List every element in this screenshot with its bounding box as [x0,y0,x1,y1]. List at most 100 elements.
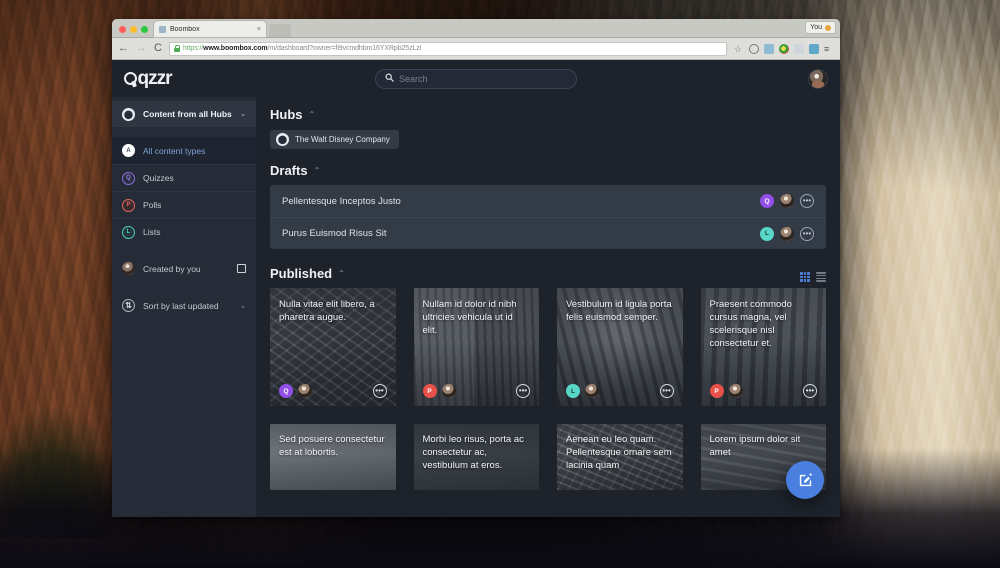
card-title: Morbi leo risus, porta ac consectetur ac… [422,434,524,472]
more-options-icon[interactable]: ••• [516,384,530,398]
hub-icon: ⬤ [276,133,289,146]
author-avatar [298,384,312,398]
author-avatar [585,384,599,398]
back-icon[interactable]: ← [118,43,129,54]
content-card[interactable]: Nulla vitae elit libero, a pharetra augu… [270,288,396,406]
sidebar-item-label: Lists [143,227,161,237]
content-type-badge: P [709,384,724,398]
hub-chip-walt-disney[interactable]: ⬤ The Walt Disney Company [270,130,399,149]
user-avatar-icon [122,262,135,275]
collapse-caret-icon[interactable]: ⌃ [338,269,345,278]
hubs-section-title[interactable]: Hubs ⌃ [270,107,826,122]
window-traffic-lights[interactable] [112,26,154,37]
published-section-title[interactable]: Published ⌃ [270,266,345,281]
hubs-title-text: Hubs [270,107,303,122]
tab-favicon [159,25,166,33]
extension-icon-4[interactable] [794,43,804,54]
more-options-icon[interactable]: ••• [659,384,674,398]
grid-view-icon[interactable] [800,272,810,282]
new-tab-button[interactable] [269,24,291,37]
list-view-icon[interactable] [816,272,826,282]
profile-avatar-icon [825,24,831,31]
tab-title: Boombox [170,25,200,33]
logo-q-icon [124,71,137,85]
more-options-icon[interactable]: ••• [800,194,814,208]
content-card[interactable]: Sed posuere consectetur est at lobortis. [270,424,396,490]
sidebar-hub-selector[interactable]: ⬤ Content from all Hubs ⌄ [112,101,256,127]
bookmark-star-icon[interactable]: ☆ [734,44,744,54]
sidebar-gap-3 [112,282,256,292]
content-card[interactable]: Nullam id dolor id nibh ultricies vehicu… [413,288,539,406]
sidebar-item-polls[interactable]: P Polls [112,191,256,218]
extension-icon-5[interactable] [809,43,819,54]
content-type-badge: L [566,384,580,398]
draft-row-actions: Q ••• [760,194,814,208]
drafts-section-title[interactable]: Drafts ⌃ [270,163,826,178]
extension-icon-3[interactable] [779,43,789,54]
app-body: ⬤ Content from all Hubs ⌄ A All content … [112,97,840,517]
more-options-icon[interactable]: ••• [803,384,817,398]
search-container [375,68,577,89]
sidebar-filter-created-by-you[interactable]: Created by you [112,255,256,282]
created-by-you-checkbox[interactable] [237,264,246,273]
author-avatar [780,194,794,208]
list-icon: L [122,225,135,239]
card-title: Praesent commodo cursus magna, vel scele… [709,299,792,350]
sidebar-item-lists[interactable]: L Lists [112,218,256,245]
collapse-caret-icon[interactable]: ⌃ [309,110,316,119]
card-footer: Q ••• [279,384,387,398]
sidebar-item-all-content-types[interactable]: A All content types [112,137,256,164]
sort-icon: ⇅ [122,299,135,312]
more-options-icon[interactable]: ••• [372,384,387,398]
browser-profile-button[interactable]: You [805,21,836,34]
lock-icon [173,45,181,52]
more-options-icon[interactable]: ••• [800,226,814,241]
address-bar[interactable]: https://www.boombox.com/m/dashboard?owne… [168,41,727,56]
forward-icon[interactable]: → [136,43,147,54]
content-type-badge: L [760,226,774,241]
extension-icon-1[interactable] [749,43,759,54]
search-input[interactable] [399,73,567,84]
hub-icon: ⬤ [122,107,135,121]
sidebar-item-quizzes[interactable]: Q Quizzes [112,164,256,191]
card-title: Lorem ipsum dolor sit amet [709,434,801,459]
sidebar-sort-selector[interactable]: ⇅ Sort by last updated ⌄ [112,292,256,319]
browser-omnibar: ← → C https://www.boombox.com/m/dashboar… [112,38,840,60]
sidebar-gap-2 [112,245,256,255]
sidebar-hub-label: Content from all Hubs [143,109,232,119]
content-card[interactable]: Vestibulum id ligula porta felis euismod… [557,288,683,406]
hub-chip-label: The Walt Disney Company [295,135,390,144]
browser-menu-icon[interactable]: ≡ [824,44,834,54]
content-type-badge: Q [760,194,774,208]
browser-window: Boombox × You ← → C https://www.boombox.… [112,19,840,517]
create-content-fab[interactable] [786,461,824,499]
draft-title: Pellentesque Inceptos Justo [282,195,401,207]
maximize-window-button[interactable] [141,26,148,33]
reload-icon[interactable]: C [154,43,162,54]
card-footer: P ••• [709,384,817,398]
browser-tab-strip: Boombox × You [112,19,840,38]
browser-tab[interactable]: Boombox × [154,21,266,37]
search-icon [385,73,394,84]
draft-row[interactable]: Pellentesque Inceptos Justo Q ••• [270,185,826,217]
all-content-icon: A [122,144,135,157]
tab-close-icon[interactable]: × [257,26,261,33]
minimize-window-button[interactable] [130,26,137,33]
draft-row[interactable]: Purus Euismod Risus Sit L ••• [270,217,826,249]
qzzr-logo[interactable]: qzzr [124,68,173,90]
close-window-button[interactable] [119,26,126,33]
content-card[interactable]: Aenean eu leo quam. Pellentesque ornare … [557,424,683,490]
collapse-caret-icon[interactable]: ⌃ [314,166,321,175]
content-card[interactable]: Morbi leo risus, porta ac consectetur ac… [413,424,539,490]
author-avatar [441,384,456,398]
search-box[interactable] [375,68,577,89]
view-toggle [800,272,826,282]
extension-icon-2[interactable] [764,43,774,54]
user-avatar[interactable] [808,68,828,89]
content-card[interactable]: Praesent commodo cursus magna, vel scele… [700,288,826,406]
author-avatar [780,226,794,241]
content-type-badge: P [422,384,437,398]
card-title: Nullam id dolor id nibh ultricies vehicu… [422,299,517,337]
chevron-down-icon: ⌄ [240,302,246,310]
